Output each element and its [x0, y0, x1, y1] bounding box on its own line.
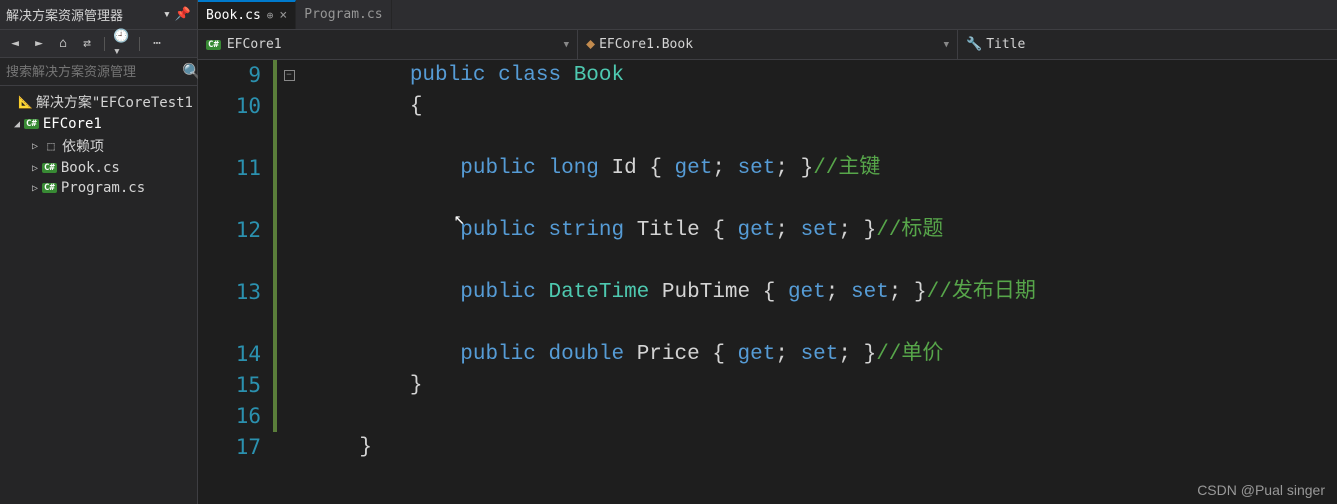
- close-icon[interactable]: ×: [279, 8, 287, 23]
- nav-member-dropdown[interactable]: 🔧 Title: [958, 30, 1337, 59]
- tree-item-deps[interactable]: ▷ ⬚ 依赖项: [0, 134, 197, 158]
- project-label: EFCore1: [43, 116, 102, 132]
- nav-bar: C# EFCore1 ▼ ⬥ EFCore1.Book ▼ 🔧 Title: [198, 30, 1337, 60]
- wrench-icon: 🔧: [966, 37, 982, 52]
- home-icon[interactable]: ⌂: [54, 35, 72, 53]
- nav-project-dropdown[interactable]: C# EFCore1 ▼: [198, 30, 578, 59]
- code-line[interactable]: public class Book: [309, 60, 1337, 91]
- sync-icon[interactable]: ⇄: [78, 35, 96, 53]
- editor-margin: [198, 60, 218, 504]
- editor-main: Book.cs ⊕ × Program.cs C# EFCore1 ▼ ⬥ EF…: [198, 0, 1337, 504]
- chevron-down-icon: ▼: [564, 40, 569, 50]
- search-row: 🔍: [0, 58, 197, 86]
- nav-class-label: EFCore1.Book: [599, 37, 693, 52]
- tree-item-program[interactable]: ▷ C# Program.cs: [0, 178, 197, 198]
- fold-toggle-icon[interactable]: −: [284, 70, 295, 81]
- line-number: 16: [218, 401, 261, 432]
- line-number: 14: [218, 339, 261, 370]
- tree-item-label: Program.cs: [61, 180, 145, 196]
- csharp-file-icon: C#: [42, 183, 57, 193]
- tab-program[interactable]: Program.cs: [296, 0, 391, 29]
- code-content[interactable]: public class Book { public long Id { get…: [299, 60, 1337, 504]
- pin-icon[interactable]: ⊕: [267, 9, 274, 22]
- code-line[interactable]: }: [309, 432, 1337, 463]
- nav-project-label: EFCore1: [227, 37, 282, 52]
- code-line[interactable]: }: [309, 370, 1337, 401]
- code-line[interactable]: public DateTime PubTime { get; set; }//发…: [309, 277, 1337, 308]
- tab-label: Book.cs: [206, 8, 261, 23]
- tab-label: Program.cs: [304, 7, 382, 22]
- dependencies-icon: ⬚: [42, 139, 60, 153]
- tree-item-book[interactable]: ▷ C# Book.cs: [0, 158, 197, 178]
- line-number: 9: [218, 60, 261, 91]
- pin-icon[interactable]: 📌: [175, 7, 191, 22]
- chevron-down-icon: ◢: [10, 119, 24, 130]
- solution-explorer-header: 解决方案资源管理器 ▾ 📌: [0, 0, 197, 30]
- code-line[interactable]: public long Id { get; set; }//主键: [309, 153, 1337, 184]
- nav-member-label: Title: [986, 37, 1025, 52]
- solution-icon: 📐: [17, 95, 34, 109]
- dropdown-icon[interactable]: ▾: [163, 7, 171, 22]
- project-node[interactable]: ◢ C# EFCore1: [0, 114, 197, 134]
- tree-item-label: Book.cs: [61, 160, 120, 176]
- tree-item-label: 依赖项: [62, 136, 104, 156]
- history-icon[interactable]: 🕘▾: [113, 35, 131, 53]
- class-icon: ⬥: [586, 37, 595, 52]
- line-number: 17: [218, 432, 261, 463]
- line-number: 12: [218, 215, 261, 246]
- back-icon[interactable]: ◄: [6, 35, 24, 53]
- chevron-right-icon: ▷: [28, 141, 42, 152]
- solution-toolbar: ◄ ► ⌂ ⇄ 🕘▾ ⋯: [0, 30, 197, 58]
- nav-class-dropdown[interactable]: ⬥ EFCore1.Book ▼: [578, 30, 958, 59]
- solution-tree: 📐 解决方案"EFCoreTest1 ◢ C# EFCore1 ▷ ⬚ 依赖项 …: [0, 86, 197, 202]
- forward-icon[interactable]: ►: [30, 35, 48, 53]
- csharp-badge-icon: C#: [206, 40, 221, 50]
- solution-explorer: 解决方案资源管理器 ▾ 📌 ◄ ► ⌂ ⇄ 🕘▾ ⋯ 🔍 📐 解决方案"EFCo…: [0, 0, 198, 504]
- chevron-right-icon: ▷: [28, 163, 42, 174]
- editor-tabs: Book.cs ⊕ × Program.cs: [198, 0, 1337, 30]
- code-editor[interactable]: 910 11 12 13 14151617 − public class Book { …: [198, 60, 1337, 504]
- line-number: 11: [218, 153, 261, 184]
- tab-book[interactable]: Book.cs ⊕ ×: [198, 0, 296, 29]
- code-line[interactable]: {: [309, 91, 1337, 122]
- csharp-badge-icon: C#: [24, 119, 39, 129]
- search-input[interactable]: [6, 64, 182, 79]
- watermark: CSDN @Pual singer: [1197, 482, 1325, 498]
- line-number: 13: [218, 277, 261, 308]
- csharp-file-icon: C#: [42, 163, 57, 173]
- code-line[interactable]: public double Price { get; set; }//单价: [309, 339, 1337, 370]
- line-number: 15: [218, 370, 261, 401]
- line-number-gutter: 910 11 12 13 14151617: [218, 60, 273, 504]
- more-icon[interactable]: ⋯: [148, 35, 166, 53]
- chevron-down-icon: ▼: [944, 40, 949, 50]
- solution-label: 解决方案"EFCoreTest1: [36, 92, 193, 112]
- fold-gutter: −: [279, 60, 299, 504]
- chevron-right-icon: ▷: [28, 183, 42, 194]
- code-line[interactable]: [309, 401, 1337, 432]
- line-number: 10: [218, 91, 261, 122]
- code-line[interactable]: public string Title { get; set; }//标题: [309, 215, 1337, 246]
- solution-node[interactable]: 📐 解决方案"EFCoreTest1: [0, 90, 197, 114]
- panel-title: 解决方案资源管理器: [6, 5, 163, 24]
